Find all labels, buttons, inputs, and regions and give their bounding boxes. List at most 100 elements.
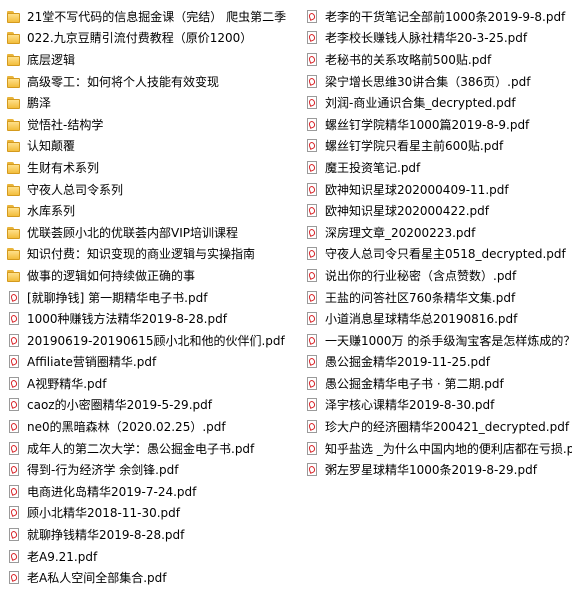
folder-item[interactable]: 认知颠覆: [6, 136, 306, 158]
pdf-icon: [304, 52, 320, 68]
pdf-icon: [6, 549, 22, 565]
folder-icon: [6, 160, 22, 176]
folder-icon: [6, 117, 22, 133]
file-item[interactable]: Affiliate营销圈精华.pdf: [6, 352, 306, 374]
item-label: 螺丝钉学院精华1000篇2019-8-9.pdf: [325, 117, 530, 132]
file-item[interactable]: [就聊挣钱] 第一期精华电子书.pdf: [6, 287, 306, 309]
file-item[interactable]: 愚公掘金精华电子书 · 第二期.pdf: [304, 373, 572, 395]
file-item[interactable]: 深房理文章_20200223.pdf: [304, 222, 572, 244]
item-label: 电商进化岛精华2019-7-24.pdf: [27, 484, 197, 499]
file-item[interactable]: 粥左罗星球精华1000条2019-8-29.pdf: [304, 459, 572, 481]
item-label: [就聊挣钱] 第一期精华电子书.pdf: [27, 290, 208, 305]
file-item[interactable]: 螺丝钉学院精华1000篇2019-8-9.pdf: [304, 114, 572, 136]
item-label: caoz的小密圈精华2019-5-29.pdf: [27, 398, 212, 413]
item-label: 愚公掘金精华电子书 · 第二期.pdf: [325, 376, 504, 391]
file-item[interactable]: ne0的黑暗森林（2020.02.25）.pdf: [6, 416, 306, 438]
folder-icon: [6, 52, 22, 68]
file-item[interactable]: 王盐的问答社区760条精华文集.pdf: [304, 287, 572, 309]
item-label: 守夜人总司令只看星主0518_decrypted.pdf: [325, 247, 566, 262]
pdf-icon: [304, 74, 320, 90]
file-item[interactable]: 1000种赚钱方法精华2019-8-28.pdf: [6, 308, 306, 330]
item-label: 觉悟社-结构学: [27, 117, 104, 132]
folder-item[interactable]: 水库系列: [6, 200, 306, 222]
item-label: 说出你的行业秘密（含点赞数）.pdf: [325, 268, 517, 283]
folder-item[interactable]: 底层逻辑: [6, 49, 306, 71]
item-label: A视野精华.pdf: [27, 376, 107, 391]
item-label: 老李校长赚钱人脉社精华20-3-25.pdf: [325, 31, 528, 46]
pdf-icon: [6, 505, 22, 521]
folder-item[interactable]: 觉悟社-结构学: [6, 114, 306, 136]
folder-item[interactable]: 21堂不写代码的信息掘金课（完结） 爬虫第二季: [6, 6, 306, 28]
pdf-icon: [304, 246, 320, 262]
file-item[interactable]: 得到-行为经济学 余剑锋.pdf: [6, 459, 306, 481]
item-label: 欧神知识星球202000409-11.pdf: [325, 182, 509, 197]
file-item[interactable]: 梁宁增长思维30讲合集（386页）.pdf: [304, 71, 572, 93]
item-label: 螺丝钉学院只看星主前600贴.pdf: [325, 139, 504, 154]
item-label: 魔王投资笔记.pdf: [325, 160, 421, 175]
item-label: 022.九京豆䝼引流付费教程（原价1200）: [27, 31, 253, 46]
file-item[interactable]: 说出你的行业秘密（含点赞数）.pdf: [304, 265, 572, 287]
folder-icon: [6, 246, 22, 262]
item-label: 得到-行为经济学 余剑锋.pdf: [27, 463, 179, 478]
item-label: 深房理文章_20200223.pdf: [325, 225, 476, 240]
item-label: 珍大户的经济圈精华200421_decrypted.pdf: [325, 420, 570, 435]
file-item[interactable]: 老A私人空间全部集合.pdf: [6, 567, 306, 589]
pdf-icon: [6, 527, 22, 543]
file-item[interactable]: 顾小北精华2018-11-30.pdf: [6, 503, 306, 525]
item-label: 高级零工：如何将个人技能有效变现: [27, 74, 220, 89]
pdf-icon: [304, 268, 320, 284]
file-item[interactable]: 老李的干货笔记全部前1000条2019-9-8.pdf: [304, 6, 572, 28]
pdf-icon: [304, 225, 320, 241]
file-item[interactable]: 泽宇核心课精华2019-8-30.pdf: [304, 395, 572, 417]
file-list-right-column: 老李的干货笔记全部前1000条2019-9-8.pdf 老李校长赚钱人脉社精华20…: [304, 6, 572, 481]
file-item[interactable]: 魔王投资笔记.pdf: [304, 157, 572, 179]
file-item[interactable]: 刘润-商业通识合集_decrypted.pdf: [304, 92, 572, 114]
file-item[interactable]: 欧神知识星球202000422.pdf: [304, 200, 572, 222]
pdf-icon: [304, 397, 320, 413]
item-label: 粥左罗星球精华1000条2019-8-29.pdf: [325, 463, 537, 478]
file-item[interactable]: 成年人的第二次大学：愚公掘金电子书.pdf: [6, 438, 306, 460]
file-item[interactable]: 守夜人总司令只看星主0518_decrypted.pdf: [304, 244, 572, 266]
folder-item[interactable]: 鹏泽: [6, 92, 306, 114]
pdf-icon: [6, 462, 22, 478]
file-item[interactable]: 老秘书的关系攻略前500贴.pdf: [304, 49, 572, 71]
folder-item[interactable]: 知识付费：知识变现的商业逻辑与实操指南: [6, 244, 306, 266]
file-item[interactable]: 螺丝钉学院只看星主前600贴.pdf: [304, 136, 572, 158]
file-item[interactable]: A视野精华.pdf: [6, 373, 306, 395]
folder-icon: [6, 74, 22, 90]
item-label: 顾小北精华2018-11-30.pdf: [27, 506, 181, 521]
folder-icon: [6, 182, 22, 198]
file-item[interactable]: 小道消息星球精华总20190816.pdf: [304, 308, 572, 330]
pdf-icon: [304, 95, 320, 111]
pdf-icon: [304, 138, 320, 154]
item-label: 梁宁增长思维30讲合集（386页）.pdf: [325, 74, 531, 89]
file-item[interactable]: 愚公掘金精华2019-11-25.pdf: [304, 352, 572, 374]
item-label: 欧神知识星球202000422.pdf: [325, 204, 489, 219]
folder-item[interactable]: 022.九京豆䝼引流付费教程（原价1200）: [6, 28, 306, 50]
item-label: 刘润-商业通识合集_decrypted.pdf: [325, 96, 516, 111]
folder-item[interactable]: 守夜人总司令系列: [6, 179, 306, 201]
pdf-icon: [304, 9, 320, 25]
item-label: 知识付费：知识变现的商业逻辑与实操指南: [27, 247, 256, 262]
item-label: 一天赚1000万 的杀手级淘宝客是怎样炼成的？: [325, 333, 572, 348]
folder-icon: [6, 138, 22, 154]
file-item[interactable]: 老李校长赚钱人脉社精华20-3-25.pdf: [304, 28, 572, 50]
file-item[interactable]: 珍大户的经济圈精华200421_decrypted.pdf: [304, 416, 572, 438]
file-item[interactable]: caoz的小密圈精华2019-5-29.pdf: [6, 395, 306, 417]
file-item[interactable]: 老A9.21.pdf: [6, 546, 306, 568]
folder-item[interactable]: 生财有术系列: [6, 157, 306, 179]
file-item[interactable]: 电商进化岛精华2019-7-24.pdf: [6, 481, 306, 503]
item-label: 认知颠覆: [27, 139, 76, 154]
folder-item[interactable]: 优联荟顾小北的优联荟内部VIP培训课程: [6, 222, 306, 244]
file-item[interactable]: 20190619-20190615顾小北和他的伙伴们.pdf: [6, 330, 306, 352]
folder-item[interactable]: 高级零工：如何将个人技能有效变现: [6, 71, 306, 93]
file-list-left-column: 21堂不写代码的信息掘金课（完结） 爬虫第二季 022.九京豆䝼引流付费教程（原价…: [6, 6, 306, 589]
folder-icon: [6, 268, 22, 284]
item-label: 底层逻辑: [27, 52, 76, 67]
file-item[interactable]: 就聊挣钱精华2019-8-28.pdf: [6, 524, 306, 546]
folder-item[interactable]: 做事的逻辑如何持续做正确的事: [6, 265, 306, 287]
file-item[interactable]: 欧神知识星球202000409-11.pdf: [304, 179, 572, 201]
file-item[interactable]: 知乎盐选 _为什么中国内地的便利店都在亏损.p: [304, 438, 572, 460]
item-label: 知乎盐选 _为什么中国内地的便利店都在亏损.p: [325, 441, 572, 456]
file-item[interactable]: 一天赚1000万 的杀手级淘宝客是怎样炼成的？: [304, 330, 572, 352]
